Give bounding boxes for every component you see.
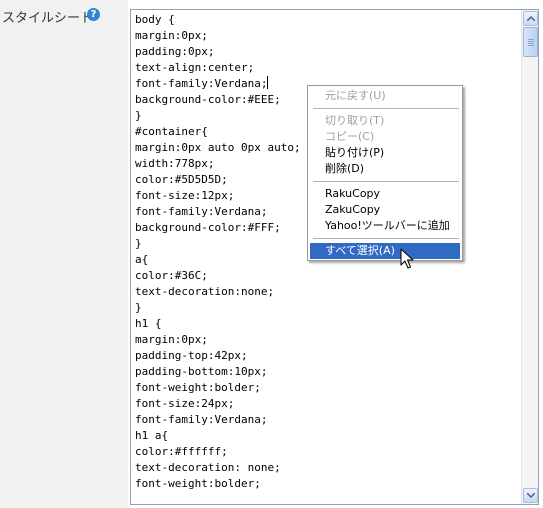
menu-item-copy[interactable]: コピー(C) [310,129,460,145]
code-line: h1 a{ [135,429,169,442]
menu-item-paste[interactable]: 貼り付け(P) [310,145,460,161]
code-line: text-align:center; [135,61,255,74]
scroll-down-button[interactable] [523,488,538,503]
menu-item-select-all[interactable]: すべて選択(A) [310,243,460,259]
scroll-thumb[interactable] [523,27,538,57]
code-line: margin:0px; [135,29,208,42]
menu-item-delete[interactable]: 削除(D) [310,161,460,177]
code-line: color:#36C; [135,269,208,282]
code-line: padding:0px; [135,45,215,58]
chevron-up-icon [527,16,535,21]
text-caret [267,76,269,89]
form-label-column [0,0,128,508]
code-line: margin:0px; [135,333,208,346]
code-line: font-family:Verdana; [135,413,268,426]
help-icon[interactable]: ? [87,8,100,21]
grip-line [528,45,534,46]
menu-separator [313,238,459,239]
code-line: font-weight:bolder; [135,381,261,394]
mouse-pointer-icon [400,248,414,269]
vertical-scrollbar[interactable] [521,10,538,504]
menu-item-zakucopy[interactable]: ZakuCopy [310,202,460,218]
chevron-down-icon [527,493,535,498]
code-line: h1 { [135,317,162,330]
menu-item-rakucopy[interactable]: RakuCopy [310,186,460,202]
code-line: font-weight:bolder; [135,477,261,490]
code-line: body { [135,13,175,26]
code-line: } [135,301,142,314]
code-line: padding-bottom:10px; [135,365,268,378]
menu-separator [313,108,459,109]
menu-item-yahoo-toolbar[interactable]: Yahoo!ツールバーに追加 [310,218,460,234]
code-line: padding-top:42px; [135,349,248,362]
code-line: color:#ffffff; [135,445,228,458]
context-menu[interactable]: 元に戻す(U) 切り取り(T) コピー(C) 貼り付け(P) 削除(D) Rak… [307,85,463,261]
grip-line [528,39,534,40]
menu-item-undo[interactable]: 元に戻す(U) [310,88,460,104]
menu-separator [313,181,459,182]
stylesheet-label: スタイルシート [2,11,94,26]
menu-item-cut[interactable]: 切り取り(T) [310,113,460,129]
grip-line [528,43,534,44]
scroll-up-button[interactable] [523,11,538,26]
code-line: text-decoration: none; [135,461,281,474]
code-text: font-family:Verdana; [135,77,268,90]
grip-line [528,41,534,42]
code-line: font-size:24px; [135,397,235,410]
code-line: text-decoration:none; [135,285,275,298]
